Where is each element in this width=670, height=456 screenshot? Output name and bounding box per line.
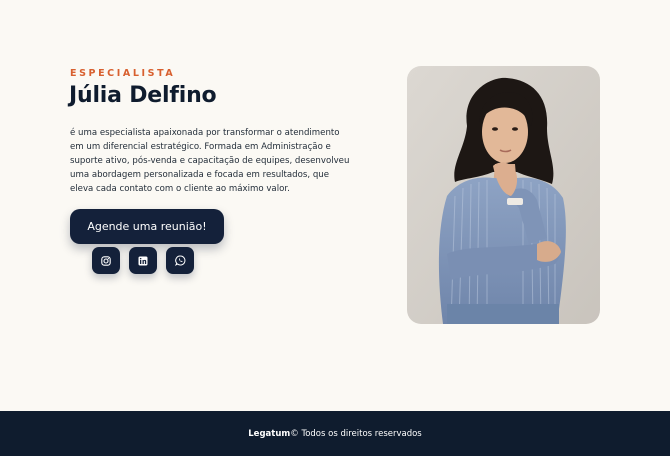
footer-copyright: © Todos os direitos reservados — [290, 428, 422, 439]
linkedin-icon — [138, 256, 148, 265]
social-links — [92, 247, 194, 274]
schedule-meeting-button[interactable]: Agende uma reunião! — [70, 209, 224, 244]
schedule-meeting-label: Agende uma reunião! — [87, 220, 207, 233]
site-footer: Legatum © Todos os direitos reservados — [0, 411, 670, 456]
hero-section: ESPECIALISTA Júlia Delfino é uma especia… — [0, 0, 670, 411]
bio-line: eleva cada contato com o cliente ao máxi… — [70, 184, 290, 194]
bio-line: é uma especialista apaixonada por transf… — [70, 128, 340, 138]
bio-line: suporte ativo, pós-venda e capacitação d… — [70, 156, 350, 166]
instagram-icon — [101, 255, 111, 266]
instagram-link[interactable] — [92, 247, 120, 274]
eyebrow-label: ESPECIALISTA — [70, 68, 176, 79]
bio-line: uma abordagem personalizada e focada em … — [70, 170, 330, 180]
profile-photo — [407, 66, 600, 324]
linkedin-link[interactable] — [129, 247, 157, 274]
bio-line: em um diferencial estratégico. Formada e… — [70, 142, 331, 152]
whatsapp-icon — [174, 255, 185, 266]
whatsapp-link[interactable] — [166, 247, 194, 274]
profile-bio: é uma especialista apaixonada por transf… — [70, 126, 380, 196]
profile-name: Júlia Delfino — [69, 83, 217, 108]
footer-brand: Legatum — [248, 428, 291, 439]
